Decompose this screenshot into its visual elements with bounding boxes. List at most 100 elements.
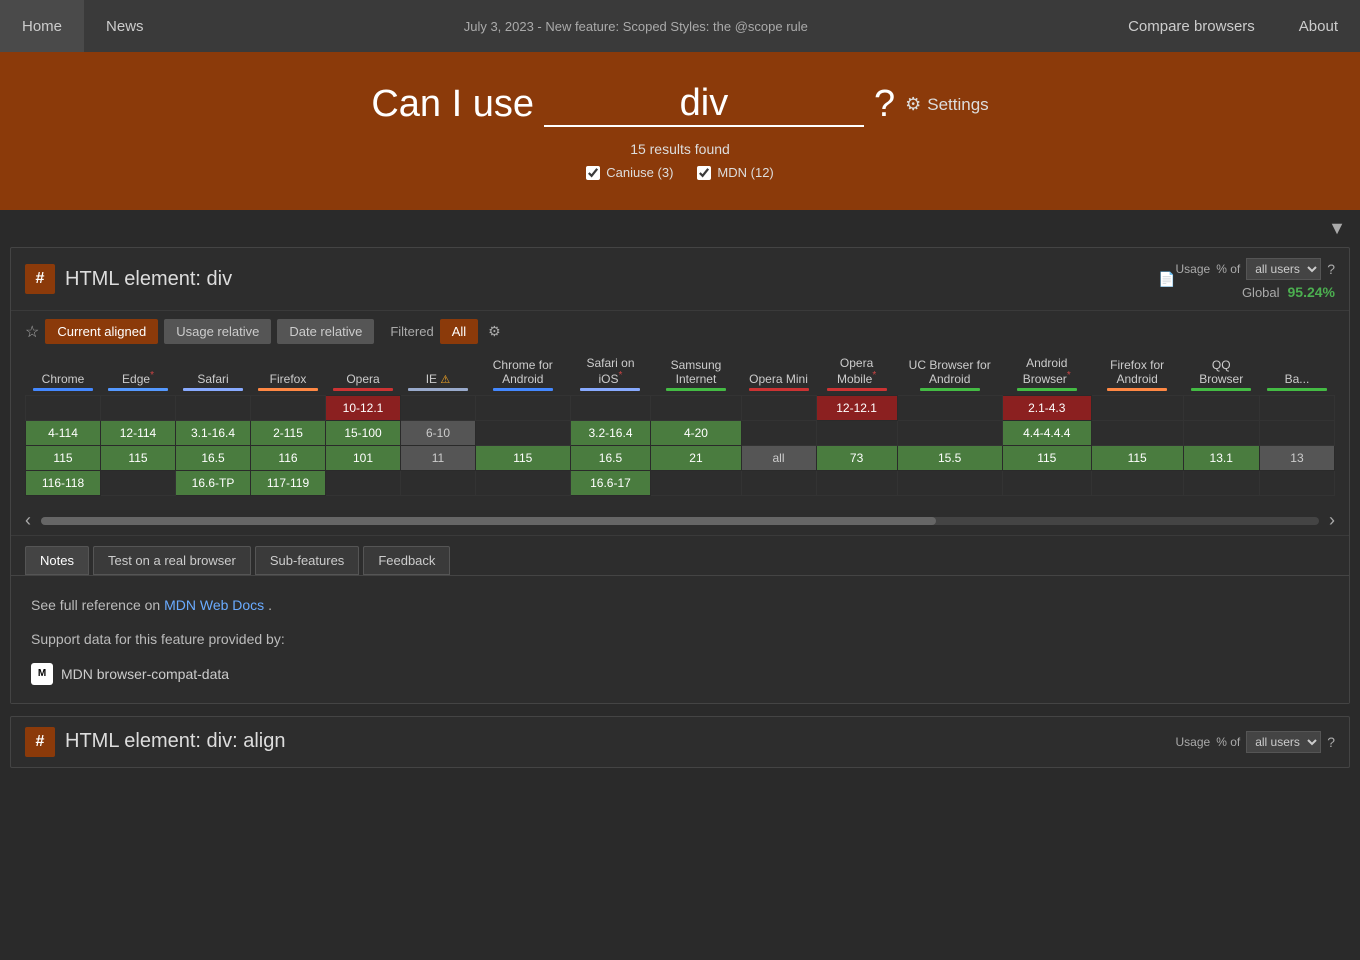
feature-usage: Usage % of all users ? Global 95.24%	[1176, 258, 1336, 300]
nav-news[interactable]: News	[84, 0, 166, 52]
scroll-bar[interactable]	[41, 517, 1319, 525]
cell-sios-fut[interactable]: 16.6-17	[570, 471, 651, 496]
notes-mdn-ref: See full reference on MDN Web Docs .	[31, 594, 1329, 616]
mdn-web-docs-link[interactable]: MDN Web Docs	[164, 597, 264, 613]
th-android-browser: Android Browser*	[1002, 352, 1091, 396]
search-input[interactable]	[544, 82, 864, 127]
results-count: 15 results found	[20, 141, 1340, 157]
mdn-compat-text: MDN browser-compat-data	[61, 666, 229, 682]
feature-controls: ☆ Current aligned Usage relative Date re…	[11, 311, 1349, 352]
usage-help-icon[interactable]: ?	[1327, 261, 1335, 277]
browser-table: Chrome Edge* Safari	[25, 352, 1335, 496]
nav-home[interactable]: Home	[0, 0, 84, 52]
th-cfa: Chrome for Android	[476, 352, 571, 396]
cell-ab-old[interactable]: 4.4-4.4.4	[1002, 421, 1091, 446]
cell-ba-cur[interactable]: 13	[1259, 446, 1334, 471]
table-row: 115 115 16.5 116 101 11 115 16.5 21 all …	[26, 446, 1335, 471]
usage-label: Usage	[1176, 262, 1211, 276]
nav-compare[interactable]: Compare browsers	[1106, 0, 1277, 52]
feature-hash-badge-2: #	[25, 727, 55, 757]
cell-chrome-cur[interactable]: 115	[26, 446, 101, 471]
hero-question: ?	[874, 83, 895, 126]
feature-title-2: HTML element: div: align	[65, 730, 1176, 753]
table-row: 4-114 12-114 3.1-16.4 2-115 15-100 6-10 …	[26, 421, 1335, 446]
feature-title: HTML element: div	[65, 268, 1152, 291]
cell-edge-cur[interactable]: 115	[101, 446, 176, 471]
cell-safari-cur[interactable]: 16.5	[176, 446, 251, 471]
usage-relative-btn[interactable]: Usage relative	[164, 319, 271, 344]
tab-notes[interactable]: Notes	[25, 546, 89, 575]
th-firefox: Firefox	[251, 352, 326, 396]
cell-opera-red[interactable]: 10-12.1	[326, 396, 401, 421]
cell-sios-cur[interactable]: 16.5	[570, 446, 651, 471]
cell-si-cur[interactable]: 21	[651, 446, 741, 471]
cell-ie-cur[interactable]: 11	[401, 446, 476, 471]
scroll-thumb	[41, 517, 936, 525]
scroll-left-btn[interactable]: ‹	[25, 510, 31, 531]
notes-support-text: Support data for this feature provided b…	[31, 628, 1329, 650]
cell-chrome-old[interactable]: 4-114	[26, 421, 101, 446]
cell-si-old[interactable]: 4-20	[651, 421, 741, 446]
nav-about[interactable]: About	[1277, 0, 1360, 52]
scroll-nav: ‹ ›	[11, 506, 1349, 535]
cell-safari-fut[interactable]: 16.6-TP	[176, 471, 251, 496]
tab-subfeatures[interactable]: Sub-features	[255, 546, 359, 575]
cell-sios-old[interactable]: 3.2-16.4	[570, 421, 651, 446]
usage-select-2[interactable]: all users	[1246, 731, 1321, 753]
cell-firefox-fut[interactable]: 117-119	[251, 471, 326, 496]
filter-icon[interactable]: ▼	[1328, 218, 1346, 239]
current-aligned-btn[interactable]: Current aligned	[45, 319, 158, 344]
cell-omob-red[interactable]: 12-12.1	[816, 396, 897, 421]
settings-button[interactable]: ⚙ Settings	[905, 94, 989, 115]
th-uc-browser: UC Browser for Android	[897, 352, 1002, 396]
tab-test[interactable]: Test on a real browser	[93, 546, 251, 575]
cell-edge-old[interactable]: 12-114	[101, 421, 176, 446]
all-btn[interactable]: All	[440, 319, 478, 344]
cell-ab-cur[interactable]: 115	[1002, 446, 1091, 471]
cell-safari-old[interactable]: 3.1-16.4	[176, 421, 251, 446]
star-button[interactable]: ☆	[25, 322, 39, 342]
cell-opera-old[interactable]: 15-100	[326, 421, 401, 446]
feature-usage-2: Usage % of all users ?	[1176, 731, 1336, 753]
feature-header: # HTML element: div 📄 Usage % of all use…	[11, 248, 1349, 311]
cell-uc-cur[interactable]: 15.5	[897, 446, 1002, 471]
tab-feedback[interactable]: Feedback	[363, 546, 450, 575]
th-ba: Ba...	[1259, 352, 1334, 396]
cell-firefox-cur[interactable]: 116	[251, 446, 326, 471]
th-samsung: Samsung Internet	[651, 352, 741, 396]
doc-icon[interactable]: 📄	[1158, 271, 1175, 288]
gear-icon: ⚙	[905, 94, 921, 115]
filter-mdn[interactable]: MDN (12)	[697, 165, 773, 180]
usage-help-2[interactable]: ?	[1327, 734, 1335, 750]
cell-om-cur[interactable]: all	[741, 446, 816, 471]
date-relative-btn[interactable]: Date relative	[277, 319, 374, 344]
th-opera: Opera	[326, 352, 401, 396]
global-label: Global	[1242, 285, 1280, 300]
cell-ffa-cur[interactable]: 115	[1091, 446, 1183, 471]
scroll-right-btn[interactable]: ›	[1329, 510, 1335, 531]
th-opera-mobile: Opera Mobile*	[816, 352, 897, 396]
cell-omob-cur[interactable]: 73	[816, 446, 897, 471]
th-qq: QQ Browser	[1183, 352, 1259, 396]
th-safari: Safari	[176, 352, 251, 396]
feature-card-1: # HTML element: div 📄 Usage % of all use…	[10, 247, 1350, 704]
global-pct: 95.24%	[1288, 284, 1335, 300]
cell-ab-red[interactable]: 2.1-4.3	[1002, 396, 1091, 421]
cell-firefox-old[interactable]: 2-115	[251, 421, 326, 446]
cell-qq-cur[interactable]: 13.1	[1183, 446, 1259, 471]
cell-cfa-cur[interactable]: 115	[476, 446, 571, 471]
cell-ie-old[interactable]: 6-10	[401, 421, 476, 446]
feature-header-2: # HTML element: div: align Usage % of al…	[11, 717, 1349, 767]
table-row: 10-12.1 12-12.1 2.1-4.3	[26, 396, 1335, 421]
usage-select[interactable]: all users	[1246, 258, 1321, 280]
nav-announcement: July 3, 2023 - New feature: Scoped Style…	[166, 0, 1107, 52]
settings-label: Settings	[927, 95, 988, 115]
cell-opera-cur[interactable]: 101	[326, 446, 401, 471]
settings-gear-btn[interactable]: ⚙	[488, 323, 501, 340]
filter-caniuse[interactable]: Caniuse (3)	[586, 165, 673, 180]
cell-chrome-fut[interactable]: 116-118	[26, 471, 101, 496]
filter-bar: ▼	[0, 210, 1360, 247]
th-ffa: Firefox for Android	[1091, 352, 1183, 396]
th-opera-mini: Opera Mini	[741, 352, 816, 396]
mdn-logo: M	[31, 663, 53, 685]
